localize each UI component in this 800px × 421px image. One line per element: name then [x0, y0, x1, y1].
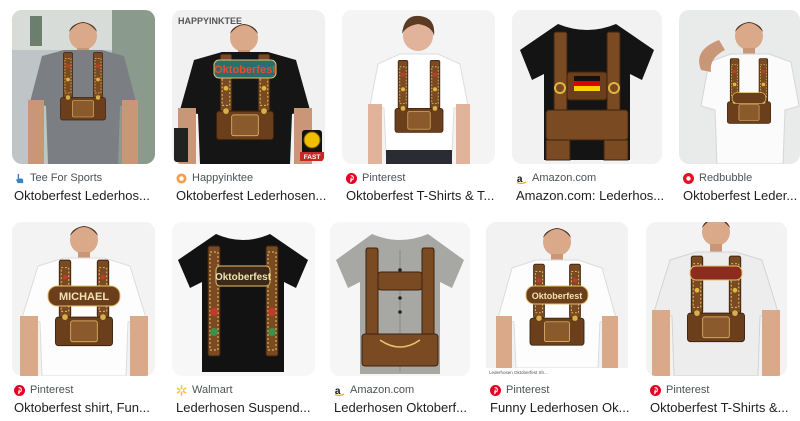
result-title-8[interactable]: Lederhosen Oktoberf... [334, 400, 469, 415]
pinterest-icon [490, 384, 501, 396]
shirt-text-oktoberfest: Oktoberfest [214, 64, 276, 76]
result-image-2[interactable]: HAPPYINKTEE Oktoberfest FAST [172, 10, 325, 164]
result-source-4: Amazon.com [532, 172, 597, 184]
result-title-5[interactable]: Oktoberfest Leder... [683, 188, 798, 203]
image-white-shirt-woman [342, 10, 495, 164]
amazon-icon: a [516, 174, 527, 184]
image-white-shirt-michael: MICHAEL [12, 222, 155, 376]
result-title-7[interactable]: Lederhosen Suspend... [176, 400, 316, 415]
shirt-text-oktoberfest-3: Oktoberfest [532, 291, 583, 301]
result-title-1[interactable]: Oktoberfest Lederhos... [14, 188, 159, 203]
shirt-text-oktoberfest-2: Oktoberfest [215, 272, 272, 283]
result-source-7: Walmart [192, 384, 233, 396]
result-image-4[interactable] [512, 10, 662, 164]
image-white-shirt-man-2: Oktoberfest Lederhosen Oktoberfest Sh... [486, 222, 628, 376]
result-title-9[interactable]: Funny Lederhosen Ok... [490, 400, 630, 415]
result-source-9: Pinterest [506, 384, 550, 396]
badge-fast: FAST [304, 154, 321, 161]
result-source-5: Redbubble [699, 172, 753, 184]
image-white-shirt-man-3 [646, 222, 787, 376]
result-title-4[interactable]: Amazon.com: Lederhos... [516, 188, 666, 203]
result-image-8[interactable] [330, 222, 470, 376]
image-black-shirt-model: HAPPYINKTEE Oktoberfest FAST [172, 10, 325, 164]
result-source-10: Pinterest [666, 384, 710, 396]
result-image-10[interactable] [646, 222, 787, 376]
pinterest-icon [650, 384, 661, 396]
result-source-2: Happyinktee [192, 172, 254, 184]
image-caption: Lederhosen Oktoberfest Sh... [489, 370, 548, 375]
walmart-spark-icon [176, 384, 187, 396]
result-source-6: Pinterest [30, 384, 74, 396]
result-image-3[interactable] [342, 10, 495, 164]
result-image-7[interactable]: Oktoberfest [172, 222, 315, 376]
happyinktee-logo-icon [176, 172, 187, 184]
image-gray-shirt-man [12, 10, 155, 164]
result-image-5[interactable] [679, 10, 800, 164]
result-source-3: Pinterest [362, 172, 406, 184]
result-title-6[interactable]: Oktoberfest shirt, Fun... [14, 400, 159, 415]
result-image-6[interactable]: MICHAEL [12, 222, 155, 376]
image-black-shirt-flag [512, 10, 662, 164]
result-title-10[interactable]: Oktoberfest T-Shirts &... [650, 400, 790, 415]
result-source-8: Amazon.com [350, 384, 415, 396]
image-black-shirt-flat: Oktoberfest [172, 222, 315, 376]
pinterest-icon [14, 384, 25, 396]
shirt-text-michael: MICHAEL [59, 291, 109, 303]
watermark-text: HAPPYINKTEE [178, 16, 242, 26]
result-title-2[interactable]: Oktoberfest Lederhosen... [176, 188, 331, 203]
redbubble-icon [683, 172, 694, 184]
image-gray-shirt-flat [330, 222, 470, 376]
amazon-icon: a [334, 386, 345, 396]
image-white-shirt-smiling-man [679, 10, 800, 164]
result-image-9[interactable]: Oktoberfest Lederhosen Oktoberfest Sh... [486, 222, 628, 376]
result-title-3[interactable]: Oktoberfest T-Shirts & T... [346, 188, 496, 203]
pinterest-icon [346, 172, 357, 184]
result-image-1[interactable] [12, 10, 155, 164]
hand-pointer-icon [15, 173, 24, 183]
result-source-1: Tee For Sports [30, 172, 103, 184]
